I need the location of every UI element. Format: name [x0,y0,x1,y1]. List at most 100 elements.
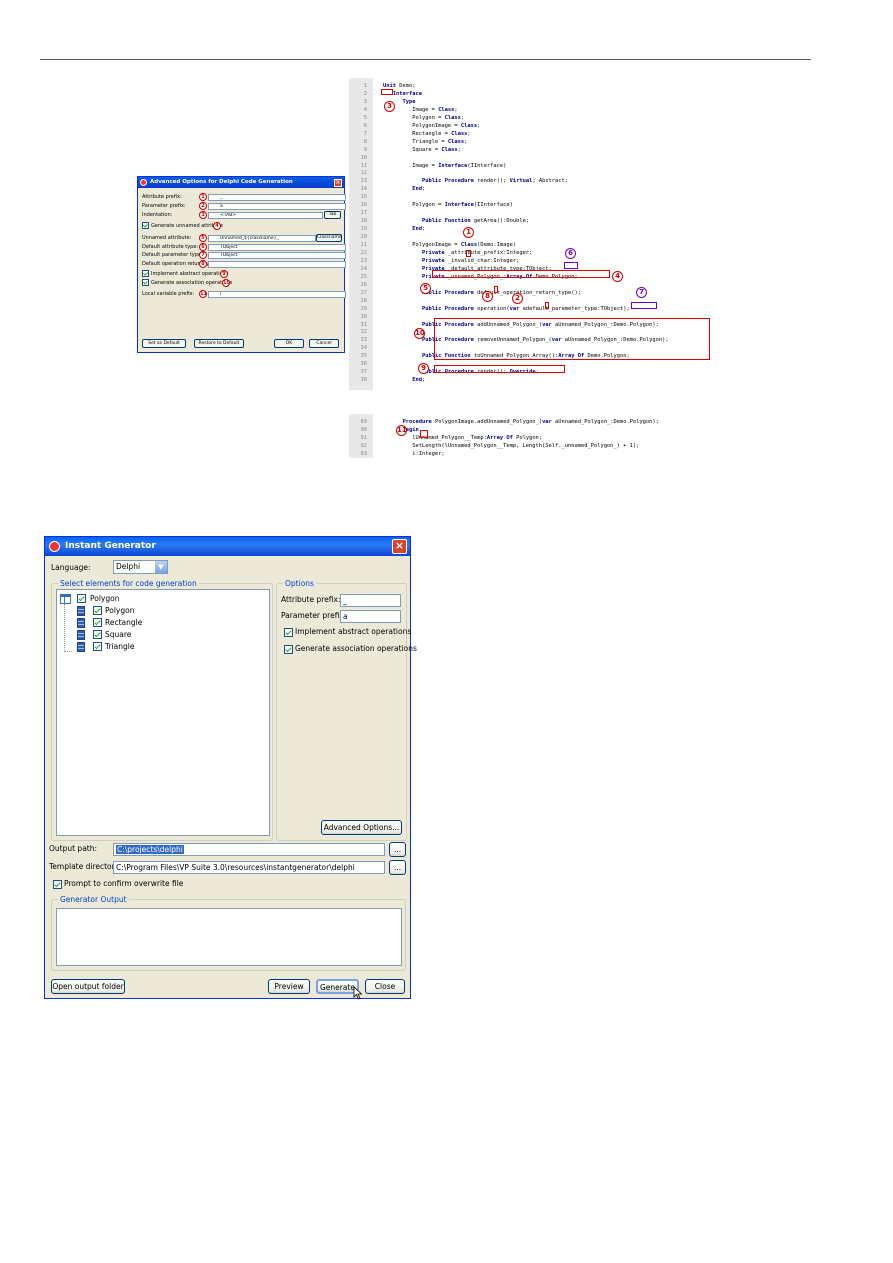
cancel-button[interactable]: Cancel [309,339,339,348]
tree-item-label: Polygon [105,606,135,615]
advanced-row: Local variable prefix: [142,290,194,298]
line-number: 38 [360,377,368,384]
line-number: 27 [360,289,368,296]
line-number: 20 [360,234,368,241]
ok-button[interactable]: OK [274,339,304,348]
line-number: 2 [363,90,367,97]
code-line: End; [412,186,426,193]
callout-number: 9 [220,270,228,278]
output-path-input[interactable]: C:\projects\delphi [113,843,385,856]
callout-number: 8 [199,260,207,268]
set-as-default-button[interactable]: Set as Default [142,339,186,348]
options-label: Options [283,578,316,589]
line-number: 17 [360,210,368,217]
implement-abstract-label: Implement abstract operations [295,627,412,636]
tree-item-checkbox[interactable] [93,642,102,651]
advanced-row-label: Default attribute type: [142,244,199,250]
advanced-row-input[interactable]: TObject [208,243,346,251]
callout-number: 9 [418,363,429,374]
tree-item-label: Square [105,630,132,639]
callout-number: 5 [420,283,431,294]
app-logo-icon [49,541,60,552]
code-line: Square = Class; [383,146,461,153]
prompt-confirm-checkbox[interactable] [53,880,62,889]
advanced-row-input[interactable]: a [208,202,346,210]
advanced-row-checkbox[interactable] [142,279,149,286]
code-line: Public Function getArea():Double; [421,218,530,225]
line-number: 89 [360,419,368,425]
callout-number: 3 [199,211,207,219]
code-line: Image = Interface(IInterface) [383,162,507,169]
tree-lines [64,604,72,652]
advanced-row-input[interactable]: Unnamed_${classname}_ [208,234,316,242]
advanced-options-button[interactable]: Advanced Options... [321,820,402,835]
generator-output-textarea[interactable] [56,908,402,966]
code-line: Private _attribute_prefix:Integer; [421,249,533,256]
attribute-prefix-input[interactable]: _ [340,594,401,607]
line-number: 8 [363,138,367,145]
language-select[interactable]: Delphi ▼ [113,560,168,574]
advanced-row-checkbox[interactable] [142,270,149,277]
code-line: Public Procedure render(); Virtual; Abst… [421,178,569,185]
template-directory-label: Template directory: [49,862,122,871]
line-number: 93 [360,451,368,457]
advanced-row-checkbox[interactable] [142,222,149,229]
advanced-row: Parameter prefix: [142,202,186,210]
line-number: 28 [360,297,368,304]
implement-abstract-checkbox[interactable] [284,628,293,637]
line-number: 21 [360,242,368,248]
line-number: 4 [363,106,367,113]
close-icon[interactable]: × [392,539,407,554]
callout-number: 1 [463,227,474,238]
mouse-cursor-icon [353,986,363,1000]
code-line: Rectangle = Class; [383,130,471,137]
callout-number: 4 [213,222,221,230]
tree-root-label: Polygon [90,594,120,603]
advanced-row-value: TObject [220,244,238,250]
advanced-row-value: TObject [220,252,238,258]
line-number: 1 [363,83,367,89]
advanced-row-button[interactable]: Tab [324,210,341,219]
element-tree[interactable]: Polygon Polygon Rectangle Square Triangle [56,589,270,836]
callout-number: 10 [222,279,230,287]
callout-number: 11 [199,290,207,298]
line-number: 25 [360,273,368,280]
close-button[interactable]: Close [365,979,405,994]
advanced-dialog-title: Advanced Options for Delphi Code Generat… [150,179,293,185]
chevron-down-icon[interactable]: ▼ [155,561,167,573]
advanced-row-label: Default parameter type: [142,252,203,258]
close-icon[interactable]: × [334,178,342,187]
parameter-prefix-input[interactable]: a [340,610,401,623]
parameter-prefix-label: Parameter prefix: [281,611,347,620]
generator-title: Instant Generator [65,541,156,551]
instant-generator-dialog: Instant Generator × Language: Delphi ▼ S… [44,536,417,1000]
tree-item-checkbox[interactable] [93,606,102,615]
line-number: 18 [360,218,368,225]
advanced-row-input[interactable]: l [208,290,346,298]
restore-to-default-button[interactable]: Restore to Default [194,339,244,348]
preview-button[interactable]: Preview [268,979,310,994]
advanced-row-input[interactable]: <TAB> [208,211,323,219]
advanced-row-input[interactable]: TObject [208,251,346,259]
tree-item-label: Triangle [105,642,135,651]
line-number: 91 [360,435,368,441]
tree-item-checkbox[interactable] [93,618,102,627]
callout-number: 6 [565,248,576,259]
tree-item-checkbox[interactable] [93,630,102,639]
class-icon [77,642,85,652]
code-line: Triangle = Class; [383,138,468,145]
advanced-row-input[interactable] [208,260,346,268]
output-path-value: C:\projects\delphi [116,845,184,854]
line-number: 13 [360,178,368,185]
template-directory-input[interactable]: C:\Program Files\VP Suite 3.0\resources\… [113,861,385,874]
tree-root-checkbox[interactable] [77,594,86,603]
line-number: 35 [360,353,368,360]
open-output-folder-button[interactable]: Open output folder [51,979,125,994]
code-view-implementation: 89 Procedure PolygonImage.addUnnamed_Pol… [349,414,720,458]
generate-association-checkbox[interactable] [284,645,293,654]
advanced-row-input[interactable]: _ [208,193,346,201]
advanced-row-button[interactable]: Classname [316,233,342,242]
template-directory-browse-button[interactable]: ... [389,860,406,875]
output-path-browse-button[interactable]: ... [389,842,406,857]
callout-number: 3 [384,101,395,112]
